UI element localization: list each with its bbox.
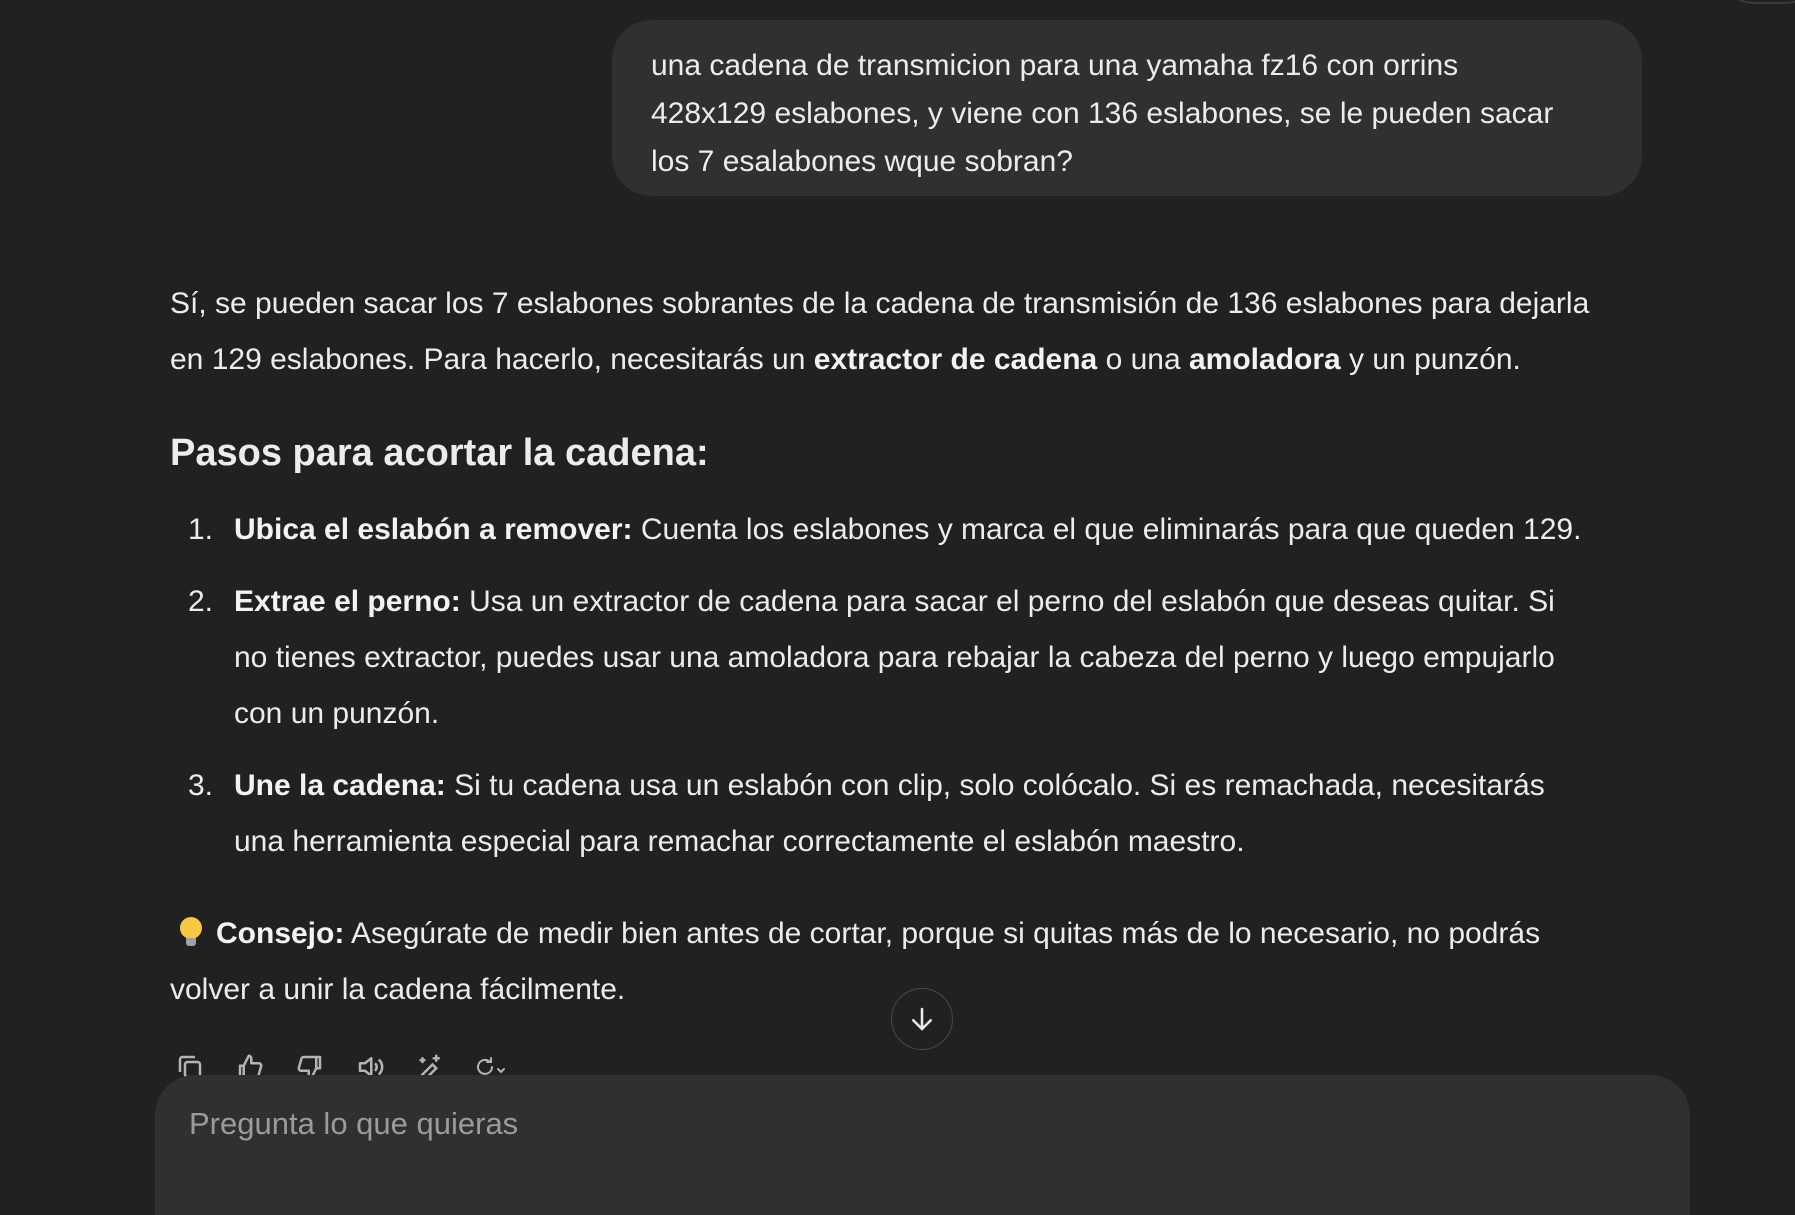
- scroll-to-bottom-button[interactable]: [891, 988, 953, 1050]
- lightbulb-icon: [178, 917, 204, 947]
- steps-list: 1. Ubica el eslabón a remover: Cuenta lo…: [170, 502, 1650, 886]
- step-number: 2.: [188, 585, 214, 618]
- step-text: una herramienta especial para remachar c…: [234, 825, 1245, 858]
- step-title: Extrae el perno:: [234, 585, 461, 618]
- arrow-down-icon: [912, 1007, 932, 1031]
- user-message-bubble: una cadena de transmicion para una yamah…: [612, 20, 1642, 196]
- steps-heading: Pasos para acortar la cadena:: [170, 432, 709, 474]
- composer: [155, 1075, 1690, 1215]
- step-number: 1.: [188, 513, 214, 546]
- step-text: con un punzón.: [234, 697, 440, 730]
- tip-label: Consejo:: [216, 917, 345, 950]
- intro-text: y un punzón.: [1340, 343, 1521, 376]
- intro-line-1: Sí, se pueden sacar los 7 eslabones sobr…: [170, 287, 1590, 320]
- bold-extractor: extractor de cadena: [813, 343, 1098, 376]
- step-text: Cuenta los eslabones y marca el que elim…: [640, 513, 1582, 546]
- intro-text: en 129 eslabones. Para hacerlo, necesita…: [170, 343, 814, 376]
- intro-text: o una: [1097, 343, 1189, 376]
- step-text: Usa un extractor de cadena para sacar el…: [469, 585, 1555, 618]
- bold-amoladora: amoladora: [1188, 343, 1341, 376]
- top-right-arc: [1715, 0, 1795, 4]
- user-message-line: 428x129 eslabones, y viene con 136 eslab…: [651, 97, 1554, 130]
- assistant-message: Sí, se pueden sacar los 7 eslabones sobr…: [170, 276, 1650, 1006]
- user-message-line: una cadena de transmicion para una yamah…: [651, 49, 1459, 82]
- user-message-line: los 7 esalabones wque sobran?: [651, 145, 1073, 178]
- prompt-input[interactable]: [187, 1105, 1662, 1143]
- step-item: 3. Une la cadena: Si tu cadena usa un es…: [170, 758, 1650, 870]
- step-text: no tienes extractor, puedes usar una amo…: [234, 641, 1555, 674]
- step-item: 1. Ubica el eslabón a remover: Cuenta lo…: [170, 502, 1650, 558]
- tip-text: volver a unir la cadena fácilmente.: [170, 973, 626, 1006]
- step-item: 2. Extrae el perno: Usa un extractor de …: [170, 574, 1650, 742]
- step-title: Une la cadena:: [234, 769, 446, 802]
- step-number: 3.: [188, 769, 214, 802]
- assistant-intro: Sí, se pueden sacar los 7 eslabones sobr…: [170, 276, 1650, 388]
- step-title: Ubica el eslabón a remover:: [234, 513, 633, 546]
- tip-text: Asegúrate de medir bien antes de cortar,…: [351, 917, 1541, 950]
- step-text: Si tu cadena usa un eslabón con clip, so…: [454, 769, 1545, 802]
